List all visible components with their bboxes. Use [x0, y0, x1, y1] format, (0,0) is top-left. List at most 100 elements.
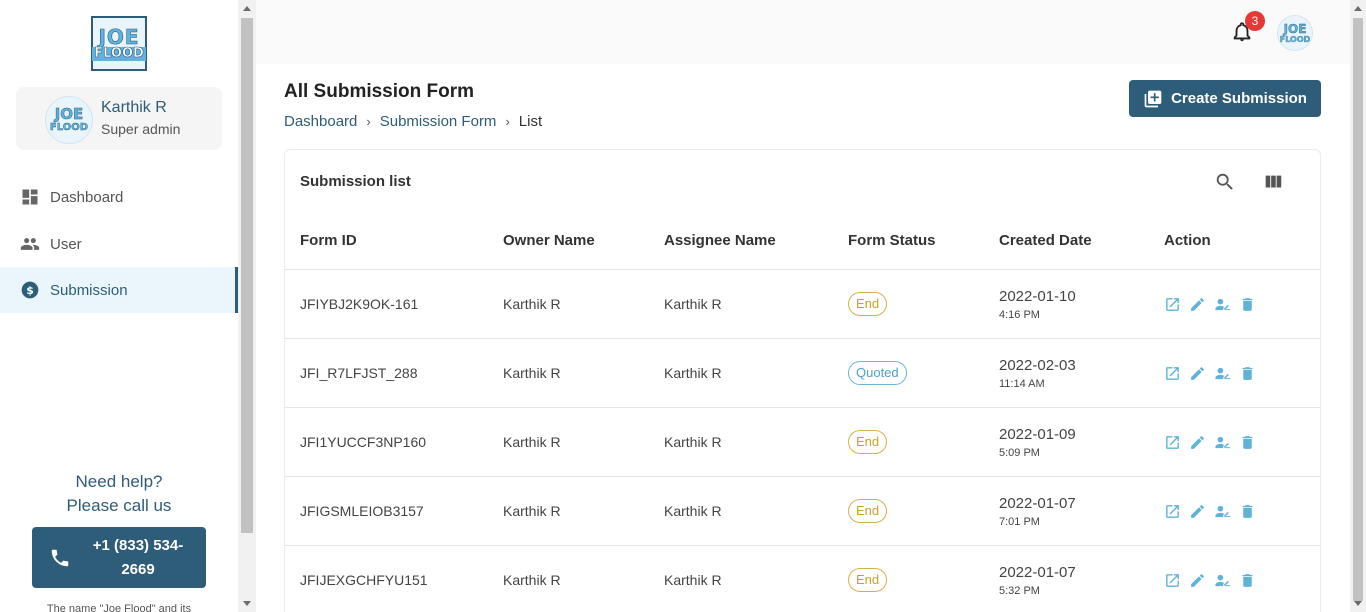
- breadcrumb-separator: ›: [366, 114, 371, 129]
- row-actions: [1164, 433, 1256, 451]
- phone-icon: [32, 547, 88, 569]
- column-header: Action: [1164, 232, 1211, 249]
- assignee-cell: Karthik R: [664, 434, 722, 450]
- open-external-icon[interactable]: [1164, 295, 1181, 313]
- sidebar-item-label: User: [50, 235, 82, 253]
- created-time: 7:01 PM: [999, 516, 1040, 528]
- disclaimer-text: The name "Joe Flood" and its: [46, 603, 192, 612]
- add-box-icon: [1143, 89, 1163, 109]
- breadcrumb: Dashboard › Submission Form › List: [284, 113, 542, 130]
- joe-flood-logo[interactable]: JOE FLOOD: [91, 16, 147, 71]
- page-scrollbar[interactable]: [1350, 0, 1366, 612]
- status-badge: End: [848, 568, 888, 592]
- created-time: 5:09 PM: [999, 447, 1040, 459]
- assign-user-icon[interactable]: [1214, 502, 1231, 520]
- column-header[interactable]: Created Date: [999, 220, 1092, 262]
- created-date: 2022-01-07: [999, 564, 1076, 581]
- owner-cell: Karthik R: [503, 503, 561, 519]
- page-title: All Submission Form: [284, 81, 475, 102]
- created-date: 2022-01-07: [999, 495, 1076, 512]
- open-external-icon[interactable]: [1164, 502, 1181, 520]
- open-external-icon[interactable]: [1164, 571, 1181, 589]
- scroll-up-arrow[interactable]: [1354, 6, 1362, 11]
- main-content: All Submission Form Dashboard › Submissi…: [256, 64, 1350, 612]
- sidebar-item-label: Submission: [50, 281, 128, 299]
- scroll-thumb[interactable]: [241, 18, 253, 533]
- sidebar-item-user[interactable]: User: [0, 221, 238, 267]
- sidebar-item-submission[interactable]: $ Submission: [0, 267, 238, 313]
- delete-icon[interactable]: [1239, 295, 1256, 313]
- assignee-cell: Karthik R: [664, 572, 722, 588]
- table-row: JFI_R7LFJST_288 Karthik R Karthik R Quot…: [285, 339, 1320, 408]
- dashboard-icon: [20, 187, 40, 207]
- delete-icon[interactable]: [1239, 571, 1256, 589]
- status-badge: Quoted: [848, 361, 907, 385]
- table-title: Submission list: [300, 173, 411, 190]
- row-actions: [1164, 571, 1256, 589]
- profile-name: Karthik R: [101, 99, 167, 116]
- table-row: JFI1YUCCF3NP160 Karthik R Karthik R End …: [285, 408, 1320, 477]
- open-external-icon[interactable]: [1164, 433, 1181, 451]
- topbar: 3 JOE FLOOD: [256, 0, 1350, 64]
- table-row: JFIJEXGCHFYU151 Karthik R Karthik R End …: [285, 546, 1320, 612]
- help-text: Need help? Please call us: [66, 472, 172, 515]
- open-external-icon[interactable]: [1164, 364, 1181, 382]
- table-row: JFIGSMLEIOB3157 Karthik R Karthik R End …: [285, 477, 1320, 546]
- delete-icon[interactable]: [1239, 502, 1256, 520]
- submission-table-card: Submission list Form ID Owner Name Assig…: [284, 149, 1321, 612]
- scroll-down-arrow[interactable]: [1354, 601, 1362, 606]
- status-badge: End: [848, 430, 888, 454]
- row-actions: [1164, 364, 1256, 382]
- owner-cell: Karthik R: [503, 572, 561, 588]
- breadcrumb-submission-form[interactable]: Submission Form: [380, 113, 497, 130]
- edit-icon[interactable]: [1189, 295, 1206, 313]
- breadcrumb-current: List: [518, 113, 543, 130]
- profile-role: Super admin: [101, 121, 181, 137]
- table-header: Form ID Owner Name Assignee Name Form St…: [285, 220, 1320, 270]
- assignee-cell: Karthik R: [664, 296, 722, 312]
- form-id-cell: JFI_R7LFJST_288: [300, 365, 418, 381]
- sidebar: JOE FLOOD JOE FLOOD Karthik R Super admi…: [0, 0, 240, 612]
- column-header[interactable]: Owner Name: [503, 220, 595, 262]
- row-actions: [1164, 502, 1256, 520]
- avatar: JOE FLOOD: [45, 96, 93, 144]
- call-button[interactable]: +1 (833) 534- 2669: [32, 527, 206, 588]
- user-avatar[interactable]: JOE FLOOD: [1277, 15, 1313, 51]
- created-date: 2022-01-10: [999, 288, 1076, 305]
- table-row: JFIYBJ2K9OK-161 Karthik R Karthik R End …: [285, 270, 1320, 339]
- assign-user-icon[interactable]: [1214, 295, 1231, 313]
- view-columns-icon[interactable]: [1262, 171, 1284, 198]
- svg-text:$: $: [26, 284, 34, 297]
- form-id-cell: JFIJEXGCHFYU151: [300, 572, 428, 588]
- assign-user-icon[interactable]: [1214, 571, 1231, 589]
- search-icon[interactable]: [1214, 171, 1236, 198]
- owner-cell: Karthik R: [503, 296, 561, 312]
- form-id-cell: JFIGSMLEIOB3157: [300, 503, 424, 519]
- sidebar-scrollbar[interactable]: [238, 0, 256, 612]
- edit-icon[interactable]: [1189, 433, 1206, 451]
- column-header[interactable]: Form Status: [848, 220, 936, 262]
- delete-icon[interactable]: [1239, 433, 1256, 451]
- scroll-down-arrow[interactable]: [243, 601, 251, 606]
- create-submission-button[interactable]: Create Submission: [1129, 80, 1321, 117]
- breadcrumb-dashboard[interactable]: Dashboard: [284, 113, 357, 130]
- edit-icon[interactable]: [1189, 364, 1206, 382]
- assign-user-icon[interactable]: [1214, 433, 1231, 451]
- scroll-thumb[interactable]: [1353, 18, 1363, 601]
- edit-icon[interactable]: [1189, 571, 1206, 589]
- breadcrumb-separator: ›: [505, 114, 510, 129]
- assign-user-icon[interactable]: [1214, 364, 1231, 382]
- form-id-cell: JFI1YUCCF3NP160: [300, 434, 427, 450]
- sidebar-item-dashboard[interactable]: Dashboard: [0, 174, 238, 220]
- sidebar-item-label: Dashboard: [50, 188, 124, 206]
- scroll-up-arrow[interactable]: [243, 6, 251, 11]
- status-badge: End: [848, 499, 888, 523]
- column-header[interactable]: Assignee Name: [664, 220, 776, 262]
- row-actions: [1164, 295, 1256, 313]
- edit-icon[interactable]: [1189, 502, 1206, 520]
- dollar-icon: $: [20, 280, 40, 300]
- form-id-cell: JFIYBJ2K9OK-161: [300, 296, 419, 312]
- created-time: 4:16 PM: [999, 309, 1040, 321]
- delete-icon[interactable]: [1239, 364, 1256, 382]
- column-header[interactable]: Form ID: [300, 220, 357, 262]
